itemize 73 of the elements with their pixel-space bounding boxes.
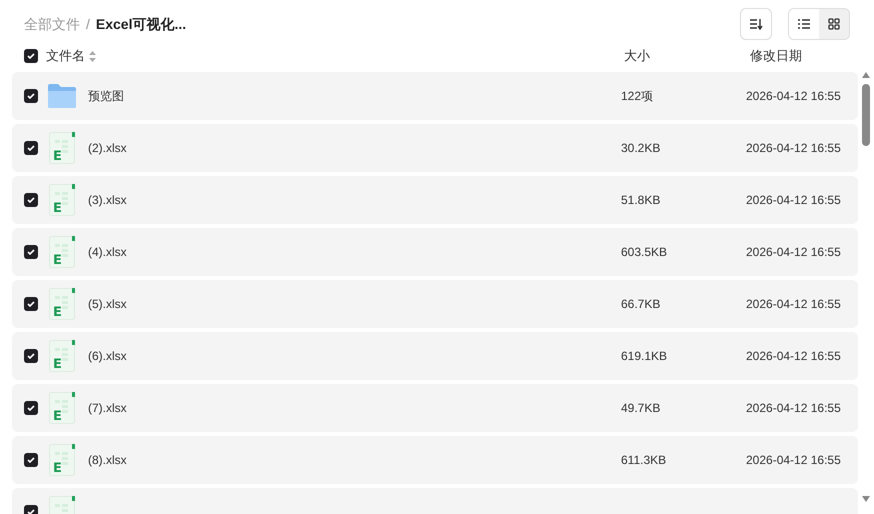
checkbox[interactable]	[24, 89, 38, 103]
file-row[interactable]: E (8).xlsx 611.3KB 2026-04-12 16:55	[12, 436, 858, 484]
list-icon	[798, 19, 810, 29]
check-icon	[27, 144, 35, 152]
file-size: 122项	[621, 88, 654, 105]
file-size: 611.3KB	[621, 452, 668, 469]
file-size: 51.8KB	[621, 192, 662, 209]
file-row[interactable]: E (4).xlsx 603.5KB 2026-04-12 16:55	[12, 228, 858, 276]
spreadsheet-icon: E	[49, 340, 75, 372]
folder-icon	[47, 83, 77, 109]
file-row[interactable]: E (6).xlsx 619.1KB 2026-04-12 16:55	[12, 332, 858, 380]
check-icon	[27, 508, 35, 514]
scrollbar-thumb[interactable]	[862, 84, 870, 146]
checkbox[interactable]	[24, 349, 38, 363]
file-name: (3).xlsx	[88, 192, 127, 209]
modified-date: 2026-04-12 16:55	[746, 400, 842, 417]
sort-arrows-icon	[89, 50, 96, 62]
spreadsheet-icon: E	[49, 132, 75, 164]
check-icon	[27, 92, 35, 100]
sort-button[interactable]	[740, 8, 772, 40]
scroll-down-icon[interactable]	[862, 496, 870, 502]
spreadsheet-icon: E	[49, 392, 75, 424]
breadcrumb-link[interactable]: Excel可视化...	[96, 14, 186, 34]
grid-icon	[828, 18, 840, 30]
modified-date: 2026-04-12 16:55	[746, 348, 842, 365]
check-icon	[27, 404, 35, 412]
modified-date: 2026-04-12 16:55	[746, 88, 842, 105]
spreadsheet-icon: E	[49, 444, 75, 476]
file-size: 66.7KB	[621, 296, 662, 313]
spreadsheet-icon: E	[49, 288, 75, 320]
breadcrumb-separator: /	[86, 14, 90, 34]
column-header[interactable]: 文件名	[46, 46, 85, 66]
modified-date: 2026-04-12 16:55	[746, 244, 842, 261]
check-icon	[27, 248, 35, 256]
file-name: (2).xlsx	[88, 140, 127, 157]
checkbox[interactable]	[24, 453, 38, 467]
column-header: 大小	[624, 47, 651, 66]
file-row[interactable]: E (5).xlsx 66.7KB 2026-04-12 16:55	[12, 280, 858, 328]
file-size: 603.5KB	[621, 244, 668, 261]
file-row[interactable]: E (3).xlsx 51.8KB 2026-04-12 16:55	[12, 176, 858, 224]
check-icon	[27, 300, 35, 308]
sort-icon	[749, 18, 763, 30]
grid-view-button[interactable]	[819, 9, 849, 39]
spreadsheet-icon: E	[49, 236, 75, 268]
checkbox[interactable]	[24, 193, 38, 207]
check-icon	[27, 352, 35, 360]
file-name: (7).xlsx	[88, 400, 127, 417]
check-icon	[27, 52, 35, 60]
check-icon	[27, 456, 35, 464]
file-name: 预览图	[88, 88, 124, 105]
checkbox[interactable]	[24, 245, 38, 259]
file-row[interactable]: 预览图 122项 2026-04-12 16:55	[12, 72, 858, 120]
file-row[interactable]: E (2).xlsx 30.2KB 2026-04-12 16:55	[12, 124, 858, 172]
spreadsheet-icon: E	[49, 184, 75, 216]
file-size: 30.2KB	[621, 140, 662, 157]
file-name: (8).xlsx	[88, 452, 127, 469]
scroll-up-icon[interactable]	[862, 72, 870, 78]
file-row[interactable]: E (7).xlsx 49.7KB 2026-04-12 16:55	[12, 384, 858, 432]
checkbox[interactable]	[24, 49, 38, 63]
column-header: 修改日期	[750, 47, 803, 66]
modified-date: 2026-04-12 16:55	[746, 140, 842, 157]
modified-date: 2026-04-12 16:55	[746, 192, 842, 209]
file-name: (6).xlsx	[88, 348, 127, 365]
checkbox[interactable]	[24, 401, 38, 415]
file-name: (5).xlsx	[88, 296, 127, 313]
checkbox[interactable]	[24, 141, 38, 155]
file-size: 49.7KB	[621, 400, 662, 417]
check-icon	[27, 196, 35, 204]
file-name: (4).xlsx	[88, 244, 127, 261]
modified-date: 2026-04-12 16:55	[746, 452, 842, 469]
checkbox[interactable]	[24, 297, 38, 311]
modified-date: 2026-04-12 16:55	[746, 296, 842, 313]
file-size: 619.1KB	[621, 348, 668, 365]
